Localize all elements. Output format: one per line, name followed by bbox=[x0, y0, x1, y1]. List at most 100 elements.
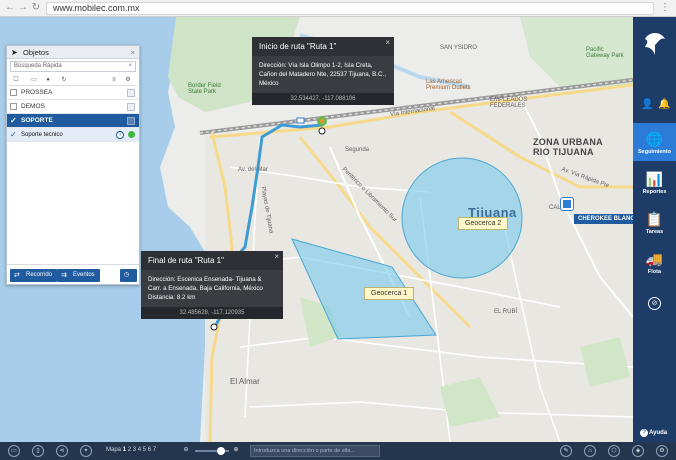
map-others[interactable]: 2 3 4 5 6 7 bbox=[128, 447, 156, 453]
checkbox-icon[interactable]: ☐ bbox=[11, 76, 21, 84]
quick-search-placeholder: Búsqueda Rápida bbox=[14, 63, 62, 69]
popup-start-address: Dirección: Vía Isla Olimpo 1-2, Isla Cre… bbox=[252, 56, 394, 93]
popup-end-coords: 32.485628, -117.120935 bbox=[141, 307, 283, 319]
quick-search-input[interactable]: Búsqueda Rápida × bbox=[10, 61, 136, 72]
help-icon: ? bbox=[640, 429, 648, 437]
layers-icon[interactable]: ▭ bbox=[8, 445, 20, 457]
compass-icon[interactable]: ⊘ bbox=[648, 297, 661, 310]
vehicle-row-soporte-tecnico[interactable]: ✓ Soporte tecnico i bbox=[7, 128, 139, 142]
popup-start-title: Inicio de ruta "Ruta 1" × bbox=[252, 37, 394, 56]
popup-end-address: Dirección: Escenica Ensenada- Tijuana & … bbox=[148, 276, 263, 292]
sidebar-item-tareas[interactable]: 📋 Tareas bbox=[633, 203, 676, 241]
zoom-slider[interactable] bbox=[195, 447, 229, 455]
vehicle-marker-icon[interactable] bbox=[561, 198, 573, 210]
sidebar-item-seguimiento[interactable]: 🌐 Seguimiento bbox=[633, 123, 676, 161]
chart-icon: 📊 bbox=[645, 171, 664, 187]
settings-list-icon[interactable]: ≡ bbox=[109, 76, 119, 84]
history-icon: ◷ bbox=[124, 272, 130, 278]
list-icon[interactable]: ▭ bbox=[29, 76, 39, 84]
close-icon[interactable]: × bbox=[131, 46, 135, 59]
objects-panel-footer: ⇄ Recorrido ⇉ Eventos ◷ bbox=[7, 264, 139, 284]
geofence-1-label[interactable]: Geocerca 1 bbox=[364, 287, 415, 300]
objects-panel-header: ➤ Objetos × bbox=[7, 46, 139, 59]
bottom-toolbar: ▭ ▯ ⋖ ⌖ Mapa 1 2 3 4 5 6 7 ⊖ ⊕ Introduzc… bbox=[0, 442, 676, 460]
zoom-in-icon[interactable]: ⊕ bbox=[230, 445, 242, 457]
eventos-button[interactable]: ⇉ Eventos bbox=[57, 269, 100, 282]
map-label-border-field: Border Field State Park bbox=[188, 83, 221, 95]
zoom-knob[interactable] bbox=[217, 447, 225, 455]
kebab-menu-icon[interactable]: ⋮ bbox=[660, 2, 670, 14]
group-row-soporte[interactable]: ✓ SOPORTE bbox=[7, 114, 139, 128]
map-label-segunda: Segunda bbox=[345, 147, 370, 153]
expand-icon[interactable] bbox=[127, 89, 135, 97]
map-layers-icon[interactable]: ◈ bbox=[632, 445, 644, 457]
history-button[interactable]: ◷ bbox=[120, 269, 137, 282]
recorrido-button[interactable]: ⇄ Recorrido bbox=[10, 269, 58, 282]
location-pin-icon[interactable]: ⌖ bbox=[80, 445, 92, 457]
info-icon[interactable]: i bbox=[116, 131, 124, 139]
share-icon[interactable]: ⋖ bbox=[56, 445, 68, 457]
reload-icon[interactable]: ↻ bbox=[30, 2, 42, 14]
check-icon[interactable]: ✓ bbox=[10, 128, 17, 142]
popup-end-body: Dirección: Escenica Ensenada- Tijuana & … bbox=[141, 270, 283, 307]
globe-icon: 🌐 bbox=[645, 131, 664, 147]
geofence-2-label[interactable]: Geocerca 2 bbox=[458, 217, 509, 230]
url-bar[interactable]: www.mobilec.com.mx bbox=[46, 2, 654, 15]
back-arrow-icon[interactable]: ← bbox=[4, 2, 16, 14]
gear-icon[interactable]: ⚙ bbox=[123, 76, 133, 84]
objects-panel: ➤ Objetos × Búsqueda Rápida × ☐ ▭ ● ↻ ≡ … bbox=[6, 45, 140, 285]
collapse-icon[interactable] bbox=[127, 117, 135, 125]
checkbox-icon[interactable] bbox=[10, 89, 17, 96]
popup-end-distance: Distancia: 8.2 km bbox=[148, 294, 196, 301]
map-label-empleados: EMPLEADOS FEDERALES bbox=[490, 97, 528, 109]
expand-icon[interactable] bbox=[127, 103, 135, 111]
status-dot-icon bbox=[128, 131, 135, 138]
map-label-las-americas: Las Americas Premium Outlets bbox=[426, 79, 471, 91]
address-search-input[interactable]: Introduzca una dirección o parte de ella… bbox=[250, 445, 380, 457]
checkbox-icon[interactable] bbox=[10, 103, 17, 110]
ruler-icon[interactable]: ✎ bbox=[560, 445, 572, 457]
user-icon[interactable]: 👤 bbox=[641, 99, 653, 110]
map-current[interactable]: 1 bbox=[123, 447, 126, 453]
popup-start-coords: 32.534427, -117.088106 bbox=[252, 93, 394, 105]
group-row-prossea[interactable]: PROSSEA bbox=[7, 86, 139, 100]
popup-end-title: Final de ruta "Ruta 1" × bbox=[141, 251, 283, 270]
popup-start-route: Inicio de ruta "Ruta 1" × Dirección: Vía … bbox=[252, 37, 394, 105]
objects-panel-title: Objetos bbox=[23, 48, 49, 57]
device-icon[interactable]: ▯ bbox=[32, 445, 44, 457]
map-label-pacific: Pacific Gateway Park bbox=[586, 47, 624, 59]
group-label: DEMOS bbox=[21, 103, 45, 110]
group-row-demos[interactable]: DEMOS bbox=[7, 100, 139, 114]
map-label-av-del-mar: Av. del Mar bbox=[238, 167, 268, 173]
close-icon[interactable]: × bbox=[274, 252, 279, 261]
vehicle-label: Soporte tecnico bbox=[21, 132, 63, 138]
map-label-el-almar: El Almar bbox=[230, 377, 260, 386]
map-label-san-ysidro: SAN YSIDRO bbox=[440, 45, 477, 51]
close-icon[interactable]: × bbox=[385, 38, 390, 47]
vehicle-marker-label[interactable]: CHEROKEE BLANCA bbox=[574, 214, 633, 224]
home-icon[interactable]: ⌂ bbox=[584, 445, 596, 457]
sidebar-item-flota[interactable]: 🚚 Flota bbox=[633, 243, 676, 281]
polygon-icon[interactable]: ⬡ bbox=[608, 445, 620, 457]
popup-end-route: Final de ruta "Ruta 1" × Dirección: Escen… bbox=[141, 251, 283, 319]
help-link[interactable]: ? Ayuda bbox=[640, 429, 667, 437]
zoom-out-icon[interactable]: ⊖ bbox=[180, 445, 192, 457]
map-label-el-rubi: EL RUBÍ bbox=[494, 309, 518, 315]
forward-arrow-icon[interactable]: → bbox=[17, 2, 29, 14]
bell-icon[interactable]: 🔔 bbox=[658, 99, 670, 110]
map-label-zona: ZONA URBANA RIO TIJUANA bbox=[533, 137, 603, 157]
check-icon[interactable]: ✓ bbox=[10, 114, 17, 128]
route-icon: ⇄ bbox=[14, 272, 20, 279]
events-icon: ⇉ bbox=[61, 272, 67, 279]
truck-icon: 🚚 bbox=[645, 251, 664, 267]
mobilec-logo bbox=[645, 33, 665, 55]
right-sidebar: 👤 🔔 🌐 Seguimiento 📊 Reportes 📋 Tareas 🚚 … bbox=[633, 17, 676, 442]
settings-icon[interactable]: ⚙ bbox=[656, 445, 668, 457]
map-selector[interactable]: Mapa 1 2 3 4 5 6 7 bbox=[106, 447, 156, 453]
sidebar-item-reportes[interactable]: 📊 Reportes bbox=[633, 163, 676, 201]
refresh-icon[interactable]: ↻ bbox=[59, 76, 69, 84]
clear-icon[interactable]: × bbox=[128, 62, 132, 71]
group-label: PROSSEA bbox=[21, 89, 53, 96]
dot-icon[interactable]: ● bbox=[43, 76, 53, 84]
map-canvas[interactable]: SAN YSIDRO Pacific Gateway Park ZONA URB… bbox=[0, 17, 633, 442]
